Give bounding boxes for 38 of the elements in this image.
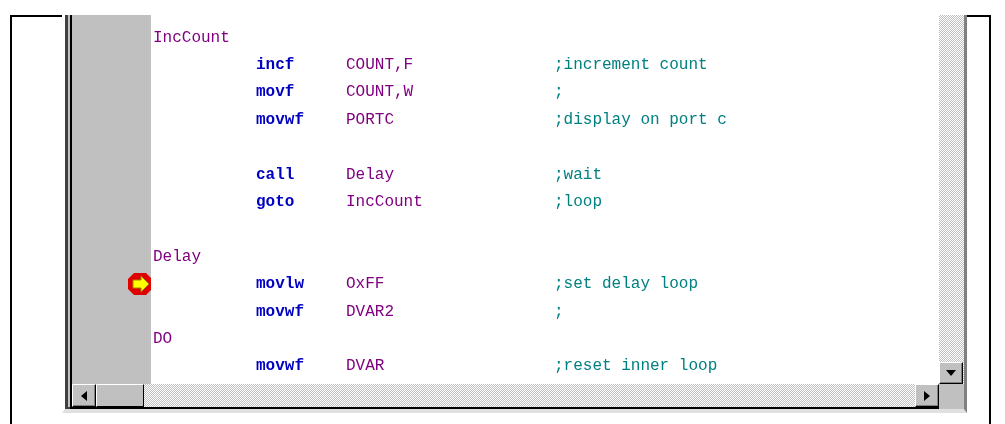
instruction-mnemonic: goto [256, 193, 295, 212]
code-comment: ;reset inner loop [554, 357, 718, 376]
instruction-operand: COUNT,F [346, 56, 414, 75]
scroll-right-button[interactable] [915, 384, 939, 407]
scroll-thumb[interactable] [96, 384, 144, 407]
code-comment: ; [554, 83, 564, 102]
instruction-operand: Delay [346, 165, 394, 184]
instruction-operand: COUNT,W [346, 83, 414, 102]
instruction-mnemonic: movwf [256, 110, 304, 129]
code-comment: ;wait [554, 165, 602, 184]
code-label: DO [153, 330, 173, 348]
horizontal-scrollbar[interactable] [70, 384, 939, 409]
scroll-down-button[interactable] [939, 362, 963, 384]
instruction-operand: DVAR [346, 357, 385, 376]
instruction-operand: PORTC [346, 110, 394, 129]
vertical-scrollbar[interactable] [939, 15, 964, 384]
instruction-mnemonic: movwf [256, 357, 304, 376]
scroll-left-button[interactable] [72, 384, 96, 407]
instruction-operand: OxFF [346, 275, 385, 294]
instruction-mnemonic: movlw [256, 275, 304, 294]
down-triangle-icon [946, 370, 956, 376]
code-comment: ;display on port c [554, 110, 727, 129]
instruction-mnemonic: movwf [256, 302, 304, 321]
code-label: IncCount [153, 28, 230, 47]
scrollbar-corner [939, 384, 964, 409]
code-comment: ;set delay loop [554, 275, 699, 294]
instruction-operand: DVAR2 [346, 302, 394, 321]
right-triangle-icon [924, 390, 930, 401]
instruction-mnemonic: call [256, 165, 295, 184]
code-comment: ; [554, 302, 564, 321]
instruction-mnemonic: movf [256, 83, 295, 102]
breakpoint-arrow-icon [127, 272, 153, 297]
instruction-operand: IncCount [346, 193, 423, 212]
code-comment: ;increment count [554, 56, 708, 75]
instruction-mnemonic: incf [256, 56, 295, 75]
code-label: Delay [153, 247, 201, 266]
left-triangle-icon [81, 390, 87, 401]
code-comment: ;loop [554, 193, 602, 212]
